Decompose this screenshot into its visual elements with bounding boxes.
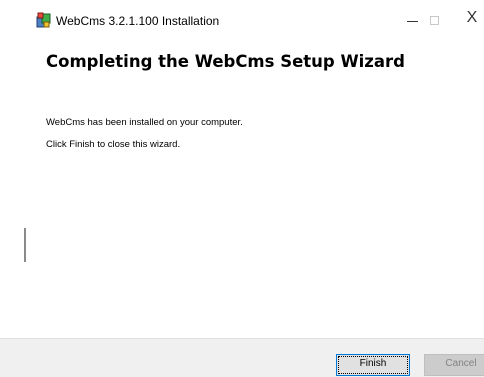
close-icon: X: [466, 9, 478, 26]
button-footer: Finish Cancel: [0, 338, 484, 377]
maximize-icon: [430, 16, 439, 25]
finish-button-label: Finish: [359, 358, 387, 369]
installed-message: WebCms has been installed on your comput…: [46, 117, 243, 128]
title-bar: WebCms 3.2.1.100 Installation X: [0, 0, 484, 32]
installer-package-icon: [36, 12, 51, 28]
finish-button[interactable]: Finish: [336, 354, 410, 376]
maximize-button: [416, 4, 456, 32]
page-title: Completing the WebCms Setup Wizard: [46, 52, 405, 71]
window-edge-divider: [24, 228, 26, 262]
installer-window: WebCms 3.2.1.100 Installation X Completi…: [0, 0, 484, 377]
window-title: WebCms 3.2.1.100 Installation: [56, 14, 220, 28]
cancel-button: Cancel: [424, 354, 484, 376]
cancel-button-label: Cancel: [445, 358, 477, 369]
close-button[interactable]: X: [452, 4, 484, 32]
finish-instruction: Click Finish to close this wizard.: [46, 139, 181, 150]
